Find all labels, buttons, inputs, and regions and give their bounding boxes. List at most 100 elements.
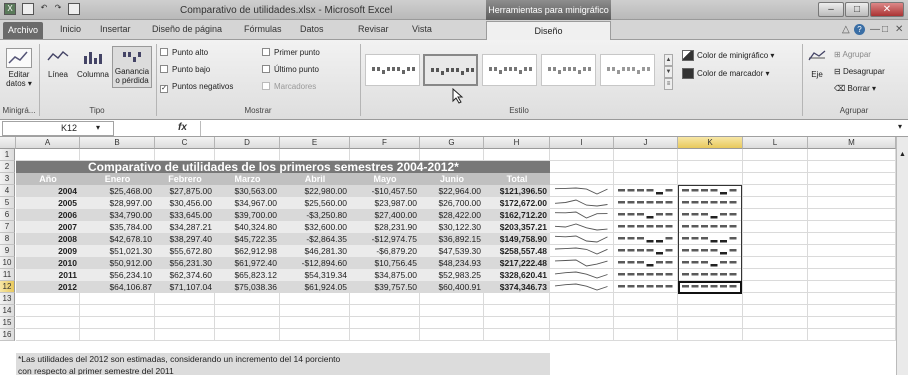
grid-cell[interactable] <box>678 149 743 161</box>
grid-cell[interactable] <box>16 305 80 317</box>
grid-cell[interactable] <box>614 161 678 173</box>
value-cell[interactable]: $34,287.21 <box>155 221 215 233</box>
value-cell[interactable]: -$12,894.60 <box>280 257 350 269</box>
grid-cell[interactable] <box>743 329 808 341</box>
column-header-k[interactable]: K <box>678 137 743 149</box>
grid-cell[interactable] <box>678 161 743 173</box>
sparkline-style-3[interactable] <box>482 54 537 86</box>
vertical-scrollbar[interactable]: ▲ <box>896 137 908 375</box>
row-header-4[interactable]: 4 <box>0 185 15 197</box>
value-cell[interactable]: $71,107.04 <box>155 281 215 293</box>
checkbox-punto-bajo[interactable]: Punto bajo <box>160 65 210 74</box>
grid-cell[interactable] <box>484 329 550 341</box>
name-box-dropdown-icon[interactable]: ▾ <box>96 123 100 132</box>
value-cell[interactable]: $34,875.00 <box>350 269 420 281</box>
grid-cell[interactable] <box>743 317 808 329</box>
checkbox-ultimo-punto[interactable]: Último punto <box>262 65 319 74</box>
row-header-14[interactable]: 14 <box>0 305 15 317</box>
save-icon[interactable] <box>22 3 34 15</box>
expand-formula-icon[interactable]: ▾ <box>898 122 902 131</box>
grid-cell[interactable] <box>420 329 484 341</box>
total-cell[interactable]: $328,620.41 <box>484 269 550 281</box>
grid-cell[interactable] <box>614 173 678 185</box>
grid-cell[interactable] <box>743 245 808 257</box>
row-header-3[interactable]: 3 <box>0 173 15 185</box>
row-header-5[interactable]: 5 <box>0 197 15 209</box>
edit-data-button[interactable]: Editar datos ▾ <box>2 48 36 88</box>
grid-cell[interactable] <box>808 149 896 161</box>
grid-cell[interactable] <box>280 293 350 305</box>
grid-cell[interactable] <box>350 317 420 329</box>
column-header-l[interactable]: L <box>743 137 808 149</box>
grid-cell[interactable] <box>808 269 896 281</box>
customize-quick-access-icon[interactable] <box>68 3 80 15</box>
row-header-8[interactable]: 8 <box>0 233 15 245</box>
grid-cell[interactable] <box>808 329 896 341</box>
row-header-1[interactable]: 1 <box>0 149 15 161</box>
tab-file[interactable]: Archivo <box>3 22 43 39</box>
value-cell[interactable]: $10,756.45 <box>350 257 420 269</box>
column-header-a[interactable]: A <box>16 137 80 149</box>
value-cell[interactable]: $25,468.00 <box>80 185 155 197</box>
grid-cell[interactable] <box>350 329 420 341</box>
grid-cell[interactable] <box>743 197 808 209</box>
year-cell[interactable]: 2005 <box>16 197 80 209</box>
grid-cell[interactable] <box>484 293 550 305</box>
gallery-up-icon[interactable]: ▲ <box>664 54 673 66</box>
value-cell[interactable]: $55,672.80 <box>155 245 215 257</box>
total-cell[interactable]: $121,396.50 <box>484 185 550 197</box>
value-cell[interactable]: $46,281.30 <box>280 245 350 257</box>
grid-cell[interactable] <box>550 293 614 305</box>
tab-vista[interactable]: Vista <box>412 24 432 34</box>
sparkline-color-button[interactable]: Color de minigráfico ▾ <box>682 50 774 61</box>
value-cell[interactable]: $62,912.98 <box>215 245 280 257</box>
grid-cell[interactable] <box>743 149 808 161</box>
column-header-m[interactable]: M <box>808 137 896 149</box>
value-cell[interactable]: $60,400.91 <box>420 281 484 293</box>
grid-cell[interactable] <box>484 149 550 161</box>
grid-cell[interactable] <box>614 305 678 317</box>
grid-cell[interactable] <box>808 173 896 185</box>
grid-cell[interactable] <box>808 197 896 209</box>
value-cell[interactable]: $34,790.00 <box>80 209 155 221</box>
year-cell[interactable]: 2006 <box>16 209 80 221</box>
total-cell[interactable]: $172,672.00 <box>484 197 550 209</box>
grid-cell[interactable] <box>215 305 280 317</box>
checkbox-punto-alto[interactable]: Punto alto <box>160 48 208 57</box>
ungroup-button[interactable]: ⊟ Desagrupar <box>834 67 885 76</box>
grid-cell[interactable] <box>16 293 80 305</box>
row-header-11[interactable]: 11 <box>0 269 15 281</box>
checkbox-puntos-negativos[interactable]: ✓ Puntos negativos <box>160 82 233 93</box>
value-cell[interactable]: $30,563.00 <box>215 185 280 197</box>
value-cell[interactable]: $30,122.30 <box>420 221 484 233</box>
grid-cell[interactable] <box>678 317 743 329</box>
minimize-ribbon-icon[interactable]: △ <box>842 24 850 35</box>
value-cell[interactable]: $75,038.36 <box>215 281 280 293</box>
check-mark-icon[interactable]: ✓ <box>160 85 168 93</box>
row-header-12[interactable]: 12 <box>0 281 15 293</box>
value-cell[interactable]: $22,980.00 <box>280 185 350 197</box>
year-cell[interactable]: 2012 <box>16 281 80 293</box>
total-cell[interactable]: $374,346.73 <box>484 281 550 293</box>
value-cell[interactable]: $36,892.15 <box>420 233 484 245</box>
value-cell[interactable]: $42,678.10 <box>80 233 155 245</box>
value-cell[interactable]: -$2,864.35 <box>280 233 350 245</box>
value-cell[interactable]: $45,722.35 <box>215 233 280 245</box>
row-header-10[interactable]: 10 <box>0 257 15 269</box>
checkbox-box[interactable] <box>160 48 168 56</box>
sparkline-style-1[interactable] <box>365 54 420 86</box>
column-header-h[interactable]: H <box>484 137 550 149</box>
grid-cell[interactable] <box>80 329 155 341</box>
year-cell[interactable]: 2008 <box>16 233 80 245</box>
axis-button[interactable]: Eje <box>806 48 828 79</box>
value-cell[interactable]: $33,645.00 <box>155 209 215 221</box>
year-cell[interactable]: 2010 <box>16 257 80 269</box>
value-cell[interactable]: $65,823.12 <box>215 269 280 281</box>
value-cell[interactable]: -$3,250.80 <box>280 209 350 221</box>
value-cell[interactable]: $50,912.00 <box>80 257 155 269</box>
grid-cell[interactable] <box>743 185 808 197</box>
grid-cell[interactable] <box>350 293 420 305</box>
grid-cell[interactable] <box>550 161 614 173</box>
redo-icon[interactable]: ↷ <box>52 3 64 15</box>
grid-cell[interactable] <box>280 329 350 341</box>
